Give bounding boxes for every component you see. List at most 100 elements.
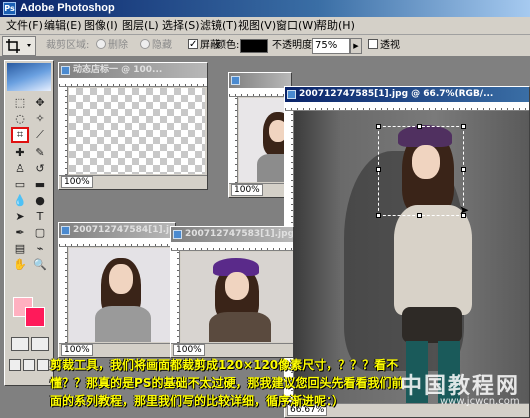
crop-handle-top-right[interactable]	[461, 124, 466, 129]
document-title-bar[interactable]: 200712747584[1].jpg	[59, 223, 175, 238]
crop-handle-right[interactable]	[461, 167, 466, 172]
path-selection-tool-icon[interactable]: ➤	[11, 209, 29, 225]
gradient-tool-icon[interactable]: ▬	[31, 177, 49, 193]
healing-brush-tool-icon[interactable]: ✚	[11, 145, 29, 161]
watermark-url: www.jcwcn.com	[440, 396, 520, 407]
crop-icon	[6, 39, 31, 53]
zoom-level[interactable]: 100%	[61, 344, 93, 356]
lasso-tool-icon[interactable]: ◌	[11, 111, 29, 127]
menu-image[interactable]: 图像(I)	[84, 18, 118, 34]
document-title: 200712747583[1].jpg	[185, 229, 293, 239]
transparent-canvas[interactable]	[69, 88, 205, 174]
quick-mask-mode-icon[interactable]	[31, 337, 49, 351]
vertical-ruler	[59, 87, 68, 175]
standard-mode-icon[interactable]	[11, 337, 29, 351]
delete-label: 删除	[108, 40, 128, 51]
eyedropper-tool-icon[interactable]: ⌁	[31, 241, 49, 257]
opacity-slider-button[interactable]: ▶	[350, 38, 362, 54]
zoom-level[interactable]: 100%	[231, 184, 263, 196]
clone-stamp-tool-icon[interactable]: ♙	[11, 161, 29, 177]
status-bar: 100%	[229, 183, 291, 197]
marquee-tool-icon[interactable]: ⬚	[11, 95, 29, 111]
opacity-input[interactable]: 75%	[312, 38, 350, 54]
full-screen-menu-mode-icon[interactable]	[23, 359, 35, 371]
blur-tool-icon[interactable]: 💧	[11, 193, 29, 209]
perspective-label: 透视	[380, 40, 400, 51]
vertical-ruler	[171, 251, 180, 343]
crop-selection-box[interactable]: ➤	[376, 124, 469, 218]
crop-handle-bottom-left[interactable]	[376, 213, 381, 218]
zoom-level[interactable]: 100%	[173, 344, 205, 356]
document-title-bar[interactable]: 200712747585[1].jpg @ 66.7%(RGB/...	[285, 87, 529, 102]
document-window-583[interactable]: 200712747583[1].jpg 100%	[170, 226, 294, 358]
document-window-584[interactable]: 200712747584[1].jpg 100%	[58, 222, 176, 358]
menu-edit[interactable]: 编辑(E)	[44, 18, 82, 34]
menu-window[interactable]: 窗口(W)	[276, 18, 317, 34]
full-screen-mode-icon[interactable]	[37, 359, 49, 371]
document-icon	[287, 90, 296, 99]
menu-layer[interactable]: 图层(L)	[122, 18, 159, 34]
crop-tool-icon[interactable]: ⌗	[11, 127, 29, 143]
menu-select[interactable]: 选择(S)	[162, 18, 200, 34]
app-title-bar: Ps Adobe Photoshop	[0, 0, 530, 17]
photo-canvas[interactable]	[69, 248, 175, 342]
magic-wand-tool-icon[interactable]: ✧	[31, 111, 49, 127]
document-title-bar[interactable]: 动态店标一 @ 100...	[59, 63, 207, 78]
menu-file[interactable]: 文件(F)	[6, 18, 43, 34]
notes-tool-icon[interactable]: ▤	[11, 241, 29, 257]
photoshop-logo-icon: Ps	[3, 2, 16, 15]
options-bar: 裁剪区域: 删除 隐藏 屏蔽 颜色: 不透明度: 75% ▶ 透视	[0, 35, 530, 57]
status-bar: 100%	[171, 343, 293, 357]
pen-tool-icon[interactable]: ✒	[11, 225, 29, 241]
tool-preset-picker[interactable]	[2, 36, 36, 56]
background-color-swatch[interactable]	[25, 307, 45, 327]
document-icon	[61, 66, 70, 75]
shape-tool-icon[interactable]: ▢	[31, 225, 49, 241]
hide-label: 隐藏	[152, 40, 172, 51]
vertical-ruler	[59, 247, 68, 343]
status-bar: 100%	[59, 343, 175, 357]
cursor-arrow-icon: ➤	[459, 203, 470, 217]
horizontal-ruler	[59, 78, 207, 87]
history-brush-tool-icon[interactable]: ↺	[31, 161, 49, 177]
photo-canvas[interactable]	[181, 252, 293, 342]
brush-tool-icon[interactable]: ✎	[31, 145, 49, 161]
hand-tool-icon[interactable]: ✋	[11, 257, 29, 273]
dodge-tool-icon[interactable]: ●	[31, 193, 49, 209]
menu-view[interactable]: 视图(V)	[238, 18, 276, 34]
document-icon	[61, 226, 70, 235]
standard-screen-mode-icon[interactable]	[9, 359, 21, 371]
zoom-tool-icon[interactable]: 🔍	[31, 257, 49, 273]
crop-handle-bottom[interactable]	[417, 213, 422, 218]
crop-handle-left[interactable]	[376, 167, 381, 172]
document-window-logo[interactable]: 动态店标一 @ 100... 100%	[58, 62, 208, 190]
crop-handle-top[interactable]	[417, 124, 422, 129]
document-title: 200712747584[1].jpg	[73, 225, 175, 235]
horizontal-ruler	[59, 238, 175, 247]
horizontal-ruler	[171, 242, 293, 251]
eraser-tool-icon[interactable]: ▭	[11, 177, 29, 193]
shield-check-icon	[188, 37, 198, 53]
vertical-ruler	[229, 97, 238, 183]
horizontal-ruler	[285, 102, 529, 111]
move-tool-icon[interactable]: ✥	[31, 95, 49, 111]
hide-radio[interactable]: 隐藏	[140, 38, 172, 54]
menu-filter[interactable]: 滤镜(T)	[200, 18, 237, 34]
document-title: 200712747585[1].jpg @ 66.7%(RGB/...	[299, 89, 494, 99]
type-tool-icon[interactable]: T	[31, 209, 49, 225]
zoom-level[interactable]: 100%	[61, 176, 93, 188]
perspective-checkbox[interactable]: 透视	[368, 38, 400, 54]
crop-handle-top-left[interactable]	[376, 124, 381, 129]
perspective-check-icon	[368, 39, 378, 49]
shield-color-swatch[interactable]	[240, 39, 268, 53]
document-title-bar[interactable]	[229, 73, 291, 88]
delete-radio[interactable]: 删除	[96, 38, 128, 54]
toolbox: ⬚ ✥ ◌ ✧ ⌗ ⟋ ✚ ✎ ♙ ↺ ▭ ▬ 💧 ● ➤ T ✒ ▢ ▤ ⌁ …	[4, 60, 54, 386]
slice-tool-icon[interactable]: ⟋	[31, 127, 49, 143]
document-title-bar[interactable]: 200712747583[1].jpg	[171, 227, 293, 242]
shield-color-label: 颜色:	[216, 40, 240, 51]
document-window-2[interactable]: 100%	[228, 72, 292, 198]
opacity-label: 不透明度:	[272, 40, 316, 51]
toolbox-header-logo	[7, 63, 51, 91]
menu-help[interactable]: 帮助(H)	[316, 18, 355, 34]
